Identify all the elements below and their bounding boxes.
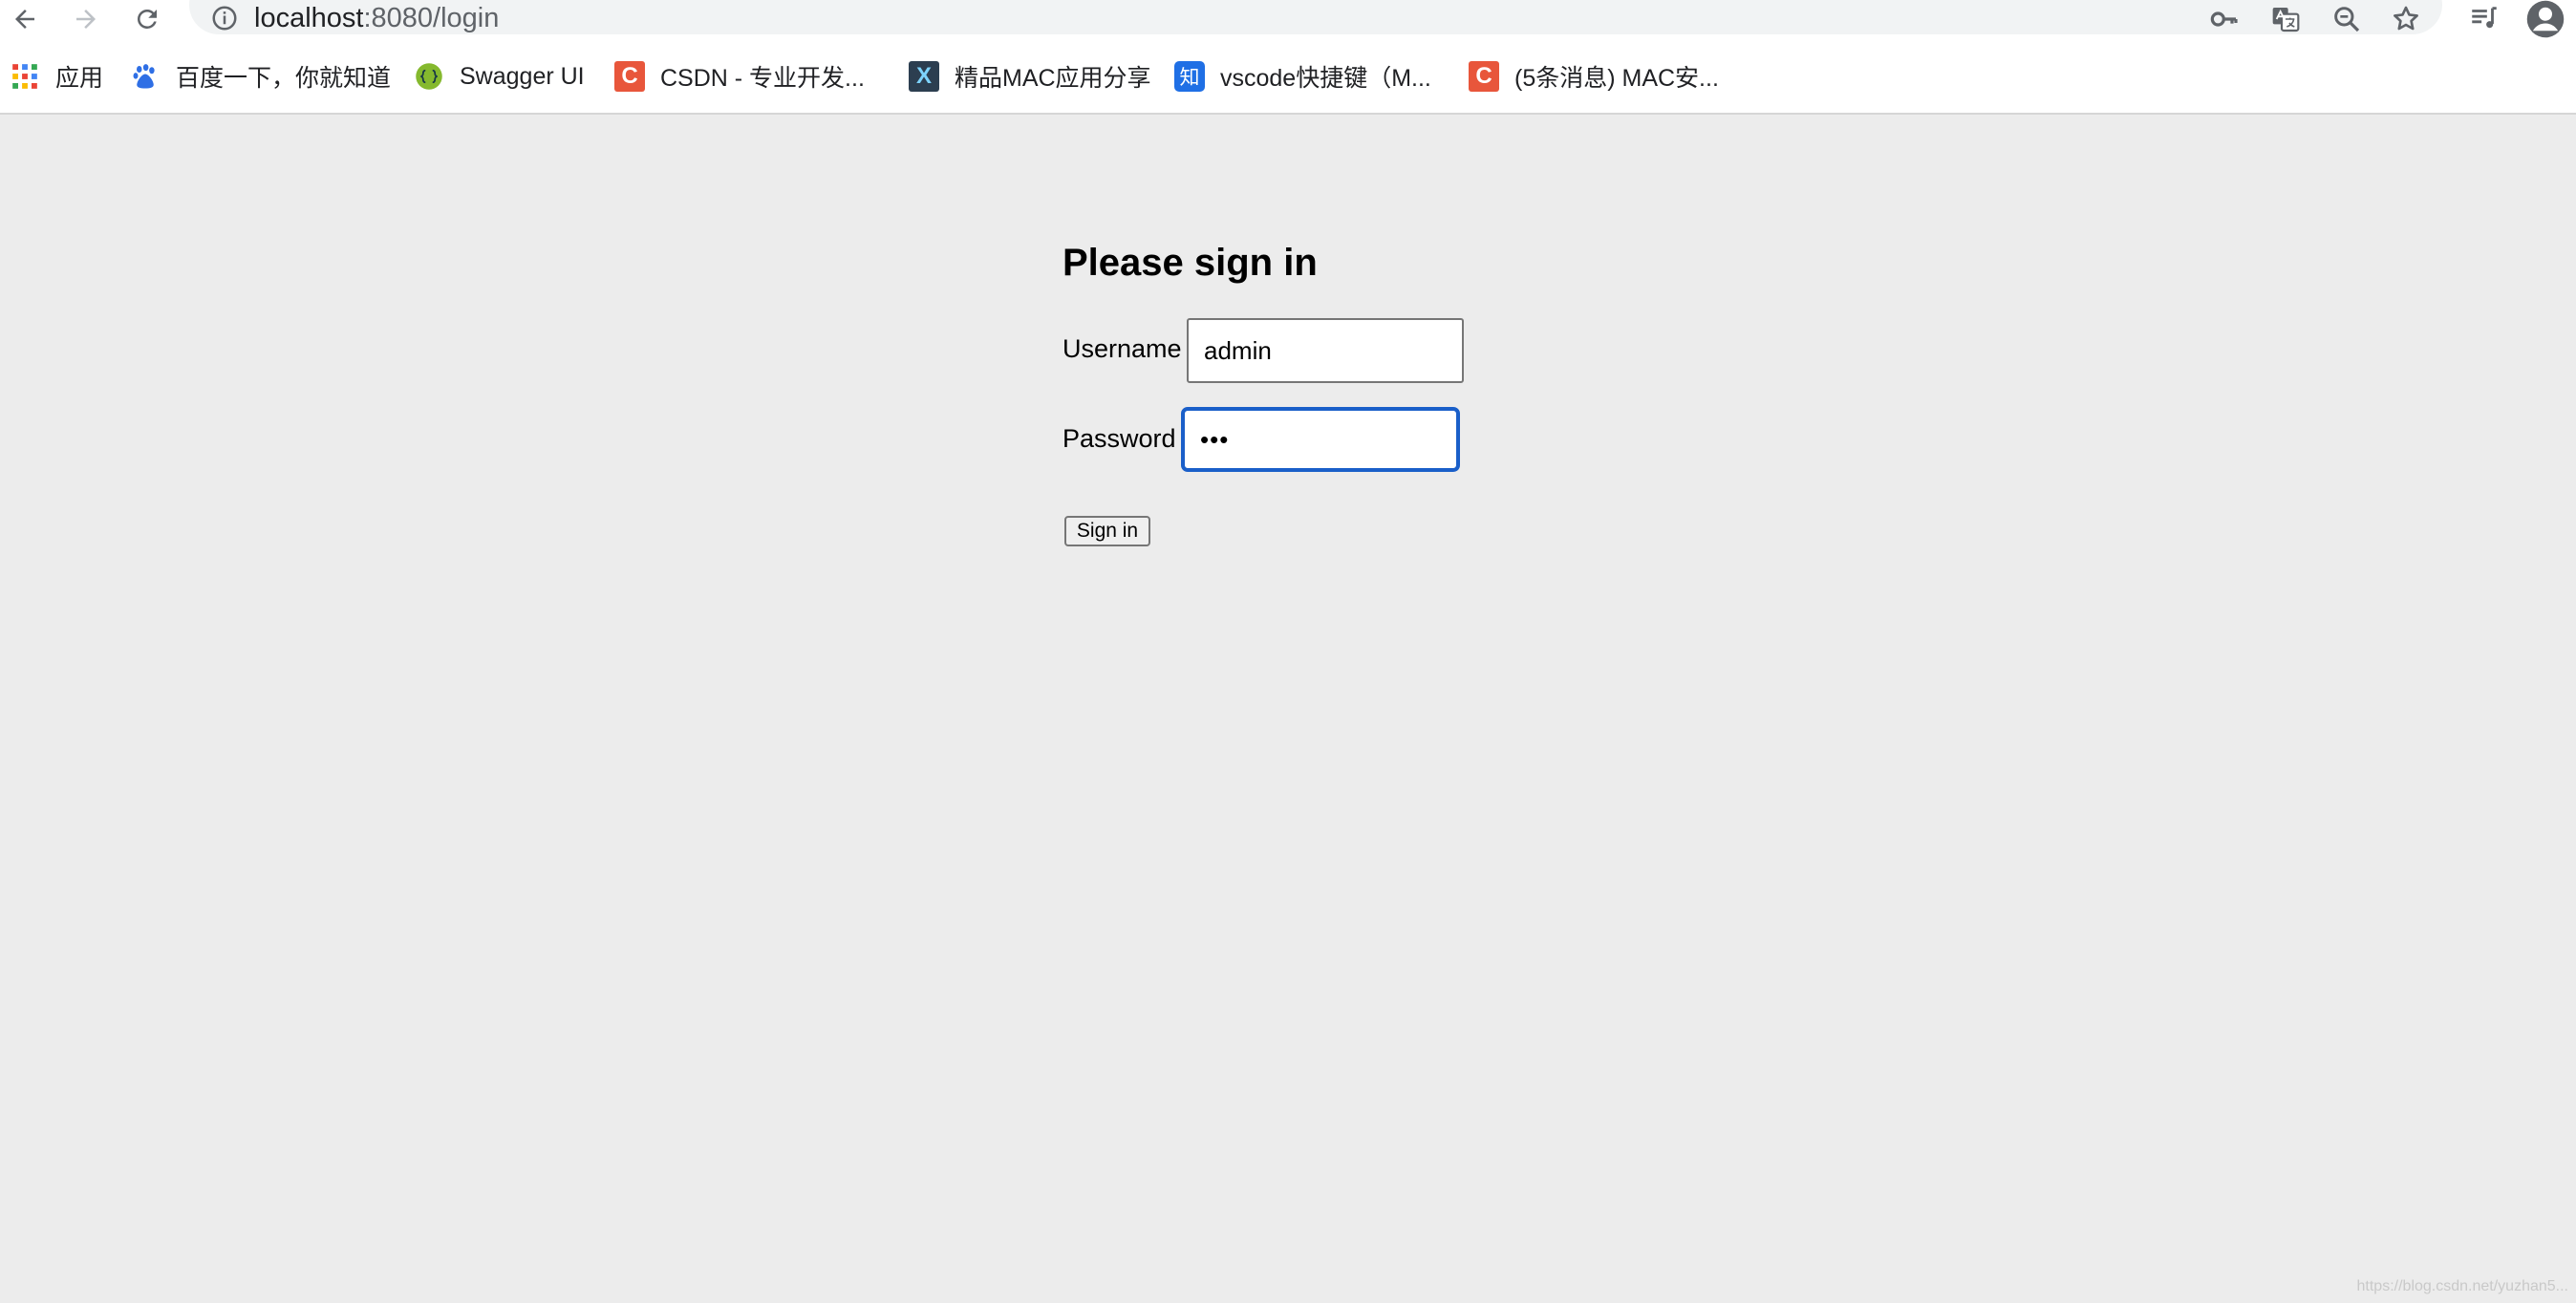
x-logo-icon: X: [909, 61, 939, 92]
bookmark-label: 精品MAC应用分享: [955, 65, 1151, 92]
reload-icon: [138, 10, 157, 29]
bookmark-apps[interactable]: 应用: [10, 57, 103, 96]
baidu-paw-icon: [130, 61, 161, 92]
swagger-icon: [414, 61, 444, 92]
apps-grid-icon: [10, 61, 40, 92]
watermark: https://blog.csdn.net/yuzhan5...: [2356, 1278, 2568, 1294]
username-label: Username: [1063, 334, 1182, 363]
bookmark-label: 百度一下，你就知道: [176, 65, 392, 92]
bookmark-csdn[interactable]: C CSDN - 专业开发...: [614, 57, 865, 96]
bookmark-label: (5条消息) MAC安...: [1514, 65, 1719, 92]
profile-button[interactable]: [2524, 0, 2566, 38]
url-path: :8080/login: [363, 3, 500, 33]
bookmark-swagger[interactable]: Swagger UI: [414, 57, 585, 96]
bookmark-baidu[interactable]: 百度一下，你就知道: [130, 57, 391, 96]
bookmark-csdn-mac[interactable]: C (5条消息) MAC安...: [1469, 57, 1719, 96]
translate-icon: [2272, 8, 2300, 32]
sign-in-button[interactable]: Sign in: [1064, 516, 1150, 546]
bookmark-star-button[interactable]: [2385, 0, 2427, 38]
forward-button[interactable]: [65, 0, 107, 38]
bookmark-label: Swagger UI: [460, 62, 585, 90]
back-button[interactable]: [4, 0, 46, 38]
reload-button[interactable]: [126, 0, 168, 38]
bookmark-vscode-shortcuts[interactable]: 知 vscode快捷键（M...: [1174, 57, 1431, 96]
page-title: Please sign in: [1063, 242, 1318, 284]
star-icon: [2394, 6, 2418, 31]
csdn-icon: C: [614, 61, 645, 92]
page-content: Please sign in Username Password Sign in: [0, 115, 2576, 1303]
browser-toolbar: localhost:8080/login: [0, 0, 2576, 38]
playlist-music-icon: [2472, 7, 2497, 29]
bookmarks-bar: 应用 百度一下，你就知道 Swagger UI C CSDN - 专业开发...: [0, 38, 2576, 115]
zhihu-icon: 知: [1174, 61, 1205, 92]
password-key-button[interactable]: [2203, 0, 2245, 38]
url-host: localhost: [254, 3, 364, 33]
bookmark-label: CSDN - 专业开发...: [660, 65, 865, 92]
bookmark-label: 应用: [55, 65, 104, 92]
zoom-out-icon: [2334, 7, 2360, 32]
address-bar[interactable]: localhost:8080/login: [189, 0, 2442, 34]
key-icon: [2210, 11, 2238, 27]
arrow-left-icon: [15, 10, 34, 29]
zoom-button[interactable]: [2326, 0, 2368, 38]
csdn-icon: C: [1469, 61, 1499, 92]
media-controls-button[interactable]: [2463, 0, 2505, 38]
password-input[interactable]: [1181, 407, 1460, 472]
username-input[interactable]: [1187, 318, 1464, 383]
site-info-icon[interactable]: [210, 4, 239, 32]
arrow-right-icon: [76, 10, 96, 29]
bookmark-mac-apps[interactable]: X 精品MAC应用分享: [909, 57, 1151, 96]
translate-button[interactable]: [2265, 0, 2307, 38]
account-avatar-icon: [2526, 0, 2565, 38]
password-label: Password: [1063, 424, 1176, 453]
url-text[interactable]: localhost:8080/login: [254, 1, 499, 35]
bookmark-label: vscode快捷键（M...: [1220, 65, 1431, 92]
